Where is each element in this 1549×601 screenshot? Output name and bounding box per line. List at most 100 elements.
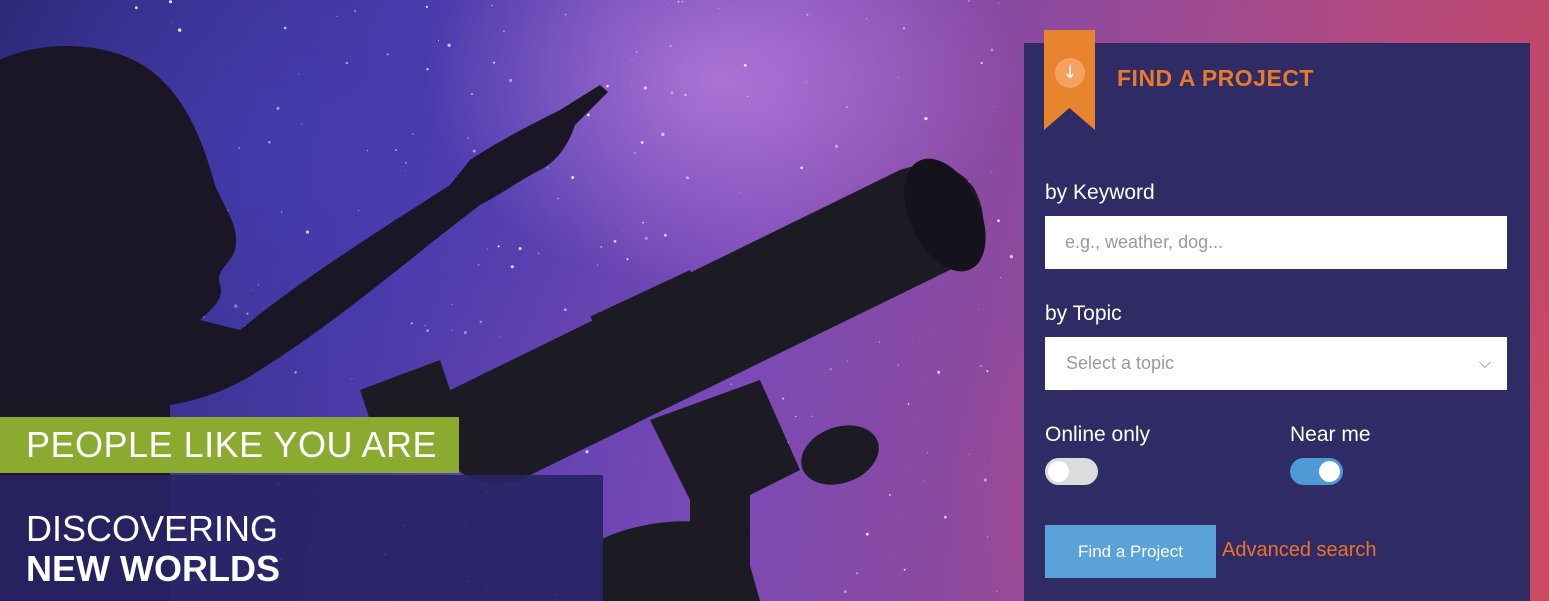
- topic-select[interactable]: Select a topic ⌵: [1045, 337, 1507, 390]
- near-me-label: Near me: [1290, 423, 1371, 446]
- online-only-toggle[interactable]: [1045, 458, 1098, 485]
- star: [664, 233, 667, 237]
- star: [487, 248, 489, 250]
- star: [980, 61, 983, 65]
- star: [238, 147, 241, 149]
- star: [135, 6, 138, 10]
- star: [631, 85, 633, 87]
- star: [897, 77, 900, 79]
- star: [283, 26, 287, 30]
- star: [631, 59, 633, 61]
- star: [451, 303, 453, 305]
- star: [404, 161, 408, 164]
- star: [1000, 277, 1002, 279]
- star: [358, 209, 360, 211]
- star: [426, 329, 429, 332]
- star: [670, 91, 674, 94]
- find-project-button[interactable]: Find a Project: [1045, 525, 1216, 578]
- star: [395, 149, 397, 151]
- star: [640, 141, 644, 144]
- star: [492, 61, 496, 64]
- star: [587, 113, 590, 117]
- star: [491, 4, 493, 7]
- star: [178, 28, 182, 32]
- star: [795, 415, 797, 418]
- topic-select-value: Select a topic: [1066, 353, 1175, 373]
- star: [997, 219, 1000, 223]
- star: [538, 252, 540, 254]
- star: [294, 371, 297, 374]
- online-only-label: Online only: [1045, 423, 1151, 446]
- star: [596, 264, 599, 266]
- star: [267, 140, 271, 144]
- hero-tagline-top: PEOPLE LIKE YOU ARE: [0, 417, 459, 473]
- find-project-panel: ↓ FIND A PROJECT by Keyword by Topic Sel…: [1024, 30, 1530, 601]
- star: [424, 324, 426, 327]
- star: [990, 48, 994, 52]
- star: [968, 0, 970, 2]
- star: [499, 336, 501, 338]
- star: [980, 365, 982, 367]
- star: [782, 397, 785, 400]
- star: [834, 144, 839, 148]
- star: [730, 383, 733, 385]
- star: [903, 568, 906, 571]
- star: [843, 590, 847, 594]
- near-me-toggle[interactable]: [1290, 458, 1343, 485]
- star: [585, 450, 589, 454]
- star: [564, 13, 567, 16]
- keyword-label: by Keyword: [1045, 181, 1155, 204]
- keyword-input[interactable]: [1045, 216, 1507, 269]
- star: [298, 73, 300, 75]
- star: [995, 590, 998, 592]
- hero-tagline-line1: DISCOVERING: [26, 508, 279, 549]
- toggle-knob: [1048, 461, 1069, 482]
- star: [907, 403, 910, 405]
- advanced-search-link[interactable]: Advanced search: [1222, 539, 1377, 562]
- star: [889, 494, 891, 496]
- star: [738, 191, 740, 193]
- star: [386, 53, 389, 56]
- star: [563, 308, 567, 312]
- star: [811, 415, 813, 417]
- star: [1009, 255, 1014, 259]
- star: [557, 198, 559, 200]
- star: [410, 322, 413, 325]
- star: [978, 308, 980, 310]
- star: [345, 61, 349, 65]
- star: [503, 30, 505, 33]
- star: [926, 452, 928, 454]
- star: [497, 245, 500, 248]
- star: [845, 106, 848, 109]
- star: [986, 536, 989, 538]
- star: [510, 265, 514, 269]
- star: [661, 132, 665, 136]
- star: [463, 331, 467, 335]
- hero-tagline-box: DISCOVERING NEW WORLDS: [0, 475, 603, 601]
- star: [509, 78, 513, 82]
- toggle-knob: [1319, 461, 1340, 482]
- star: [856, 572, 859, 575]
- star: [991, 171, 993, 173]
- star: [911, 341, 913, 343]
- star: [301, 123, 302, 124]
- star: [983, 478, 987, 482]
- star: [806, 13, 809, 16]
- star: [944, 515, 947, 519]
- star: [606, 84, 609, 88]
- star: [354, 10, 356, 12]
- star: [937, 370, 941, 374]
- star: [800, 166, 803, 169]
- star: [280, 211, 283, 213]
- star: [405, 170, 406, 172]
- star: [437, 39, 440, 41]
- star: [571, 176, 575, 179]
- star: [412, 133, 414, 136]
- star: [805, 81, 808, 83]
- star: [447, 43, 451, 47]
- star: [681, 1, 684, 3]
- star: [626, 258, 629, 261]
- hero-tagline-line2: NEW WORLDS: [26, 548, 280, 589]
- star: [902, 27, 906, 30]
- star: [993, 106, 995, 108]
